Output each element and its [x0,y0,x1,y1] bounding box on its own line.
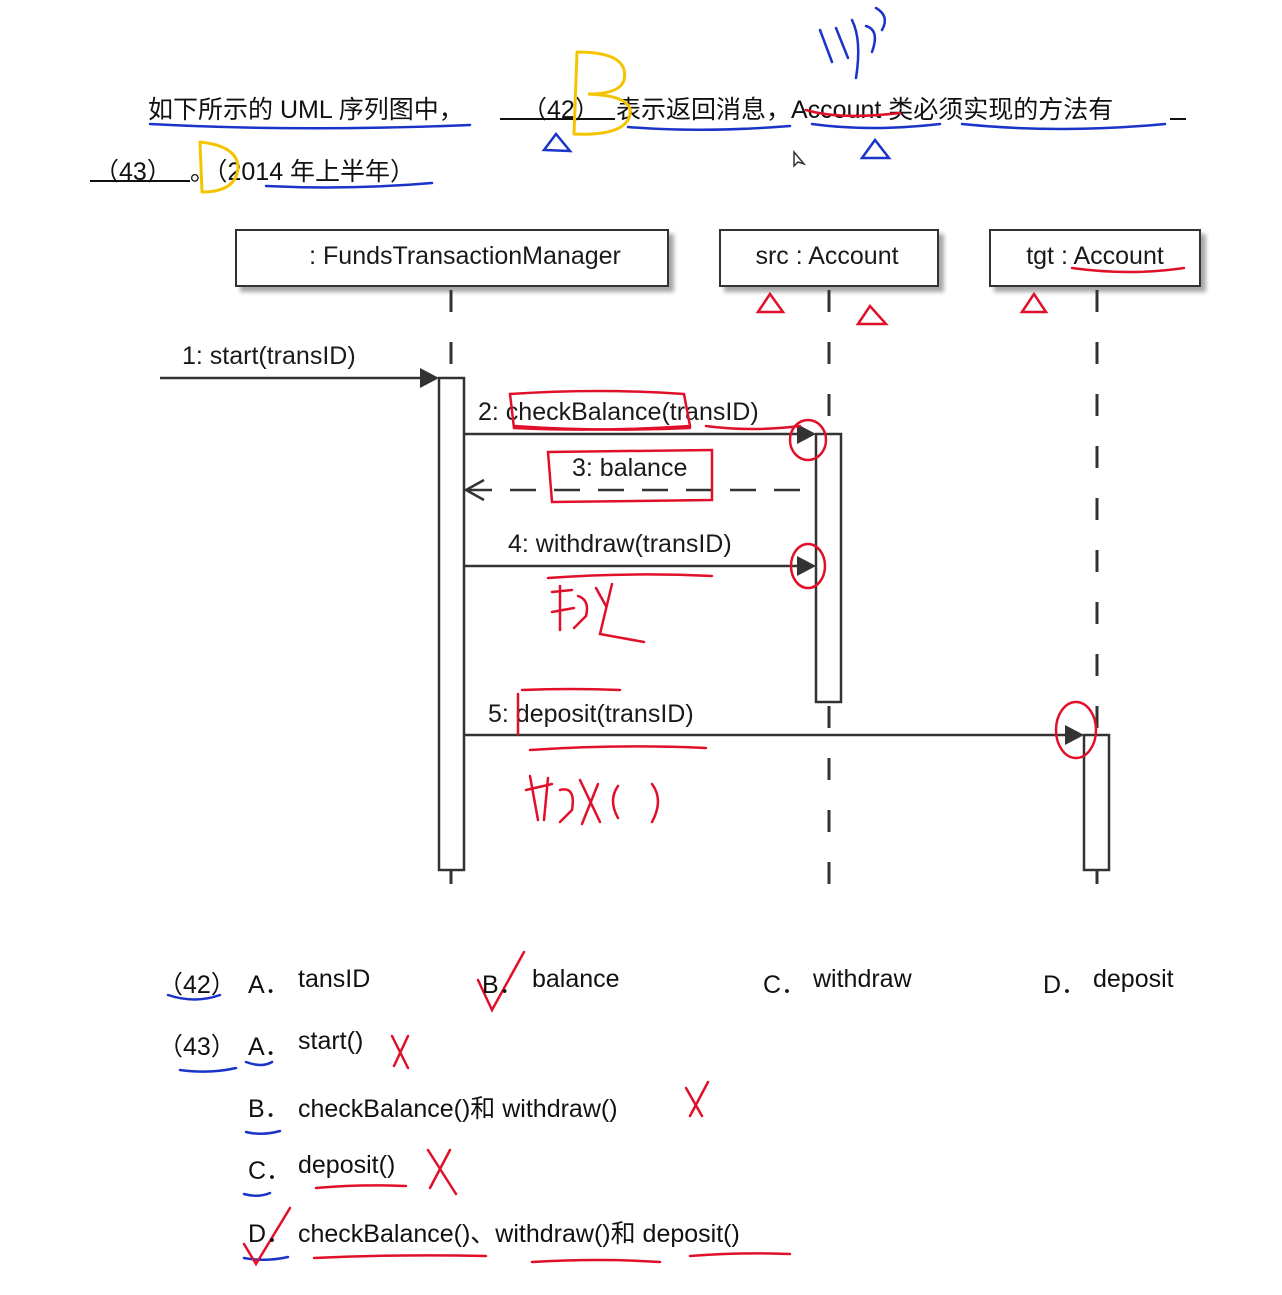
q42-option-a-text: tansID [298,965,371,993]
message-2: 2: checkBalance(transID) [464,398,816,444]
message-5: 5: deposit(transID) [464,700,1084,745]
q43-option-b-text: checkBalance()和 withdraw() [298,1095,618,1123]
q42-number: （42） [158,971,236,999]
q42-option-d-key: D． [1043,971,1087,999]
handwritten-blue-marks [148,6,1167,1261]
handwritten-yellow-marks [198,50,632,194]
q43-option-c-text: deposit() [298,1151,396,1179]
lifeline-label-src: src : Account [755,242,898,270]
activation-manager [437,376,466,872]
message-3-label: 3: balance [572,454,687,482]
message-1-label: 1: start(transID) [182,342,356,370]
message-4-label: 4: withdraw(transID) [508,530,732,558]
q42-option-a-key: A． [248,971,290,999]
message-1: 1: start(transID) [160,342,439,388]
q43-option-b-key: B． [248,1095,290,1123]
q43-option-a-key: A． [248,1033,290,1061]
mouse-cursor-icon [793,149,807,168]
q43-option-d-key: D． [248,1220,292,1248]
q43-option-d-text: checkBalance()、withdraw()和 deposit() [298,1220,740,1248]
lifeline-label-manager: : FundsTransactionManager [309,242,621,270]
q42-option-b-key: B． [482,971,524,999]
q43-option-c-key: C． [248,1157,292,1185]
q42-option-c-text: withdraw [813,965,912,993]
activation-src [814,432,843,704]
lifeline-head-tgt: tgt : Account [989,229,1201,287]
activation-tgt [1082,733,1111,872]
message-2-label: 2: checkBalance(transID) [478,398,759,426]
sequence-diagram: : FundsTransactionManager src : Account … [148,6,1201,1267]
q43-option-a-text: start() [298,1027,364,1055]
message-4: 4: withdraw(transID) [464,530,816,576]
lifeline-label-tgt: tgt : Account [1026,242,1164,270]
message-3: 3: balance [463,454,814,502]
q43-number: （43） [158,1033,236,1061]
q42-option-d-text: deposit [1093,965,1174,993]
lifeline-head-src: src : Account [719,229,939,287]
q42-option-b-text: balance [532,965,620,993]
q42-option-c-key: C． [763,971,807,999]
lifeline-head-manager: : FundsTransactionManager [235,229,669,287]
